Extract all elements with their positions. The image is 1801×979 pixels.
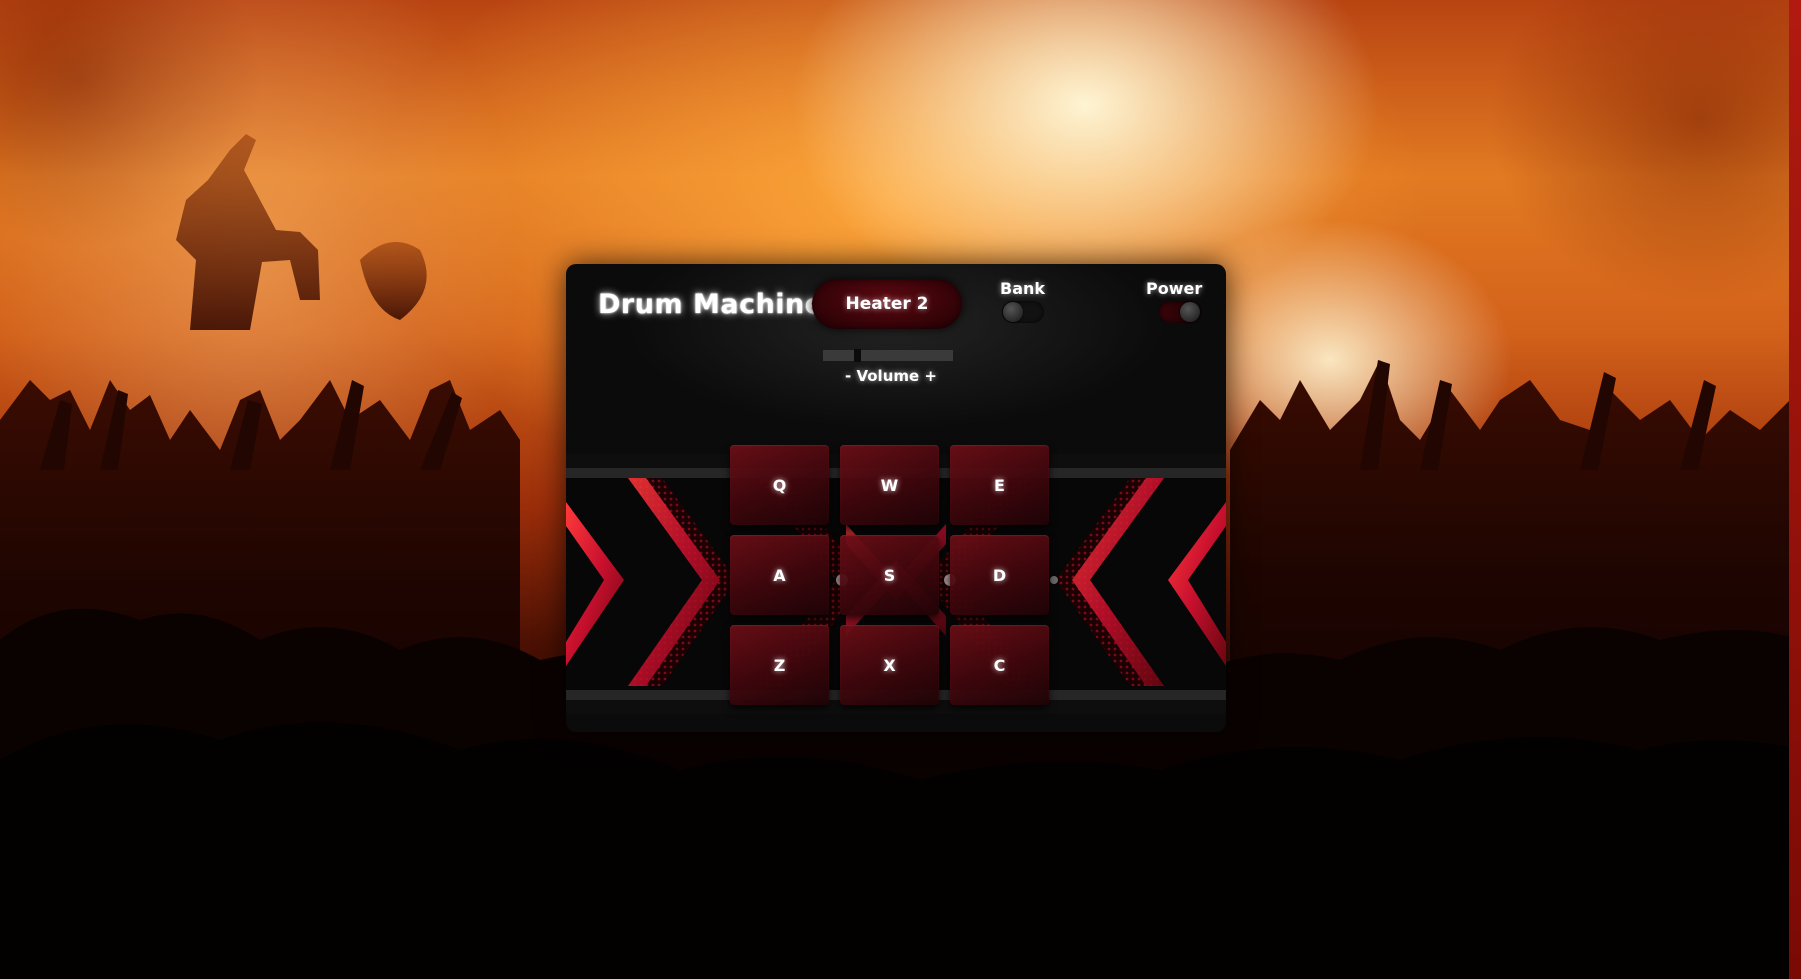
volume-label: - Volume + xyxy=(845,367,937,385)
drum-machine-panel: Drum Machine Heater 2 Bank Power - Volum… xyxy=(566,264,1226,732)
drum-pad-e[interactable]: E xyxy=(950,445,1049,525)
drum-pad-x[interactable]: X xyxy=(840,625,939,705)
volume-slider[interactable] xyxy=(823,349,953,362)
sound-display: Heater 2 xyxy=(812,279,962,329)
drum-pad-w[interactable]: W xyxy=(840,445,939,525)
power-toggle-knob xyxy=(1180,302,1200,322)
drum-pad-grid: Q W E A S D Z X C xyxy=(730,445,1066,705)
bank-toggle-knob xyxy=(1003,302,1023,322)
volume-track xyxy=(823,350,953,361)
drum-pad-q[interactable]: Q xyxy=(730,445,829,525)
drum-pad-s[interactable]: S xyxy=(840,535,939,615)
volume-thumb[interactable] xyxy=(854,349,861,362)
bank-label: Bank xyxy=(1000,279,1046,298)
window-edge xyxy=(1789,0,1801,979)
app-title: Drum Machine xyxy=(598,289,824,320)
drum-pad-z[interactable]: Z xyxy=(730,625,829,705)
bank-toggle[interactable] xyxy=(1002,301,1044,323)
power-label: Power xyxy=(1146,279,1203,298)
concert-background: Drum Machine Heater 2 Bank Power - Volum… xyxy=(0,0,1801,979)
power-toggle[interactable] xyxy=(1159,301,1201,323)
drum-pad-a[interactable]: A xyxy=(730,535,829,615)
drum-pad-c[interactable]: C xyxy=(950,625,1049,705)
drum-pad-d[interactable]: D xyxy=(950,535,1049,615)
